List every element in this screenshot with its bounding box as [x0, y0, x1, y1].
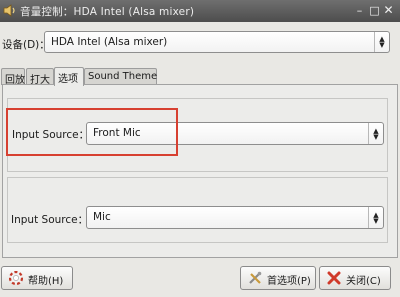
- tools-icon: [249, 271, 262, 284]
- speaker-icon: [3, 4, 15, 17]
- close-window-icon[interactable]: ✕: [382, 4, 395, 17]
- device-value: HDA Intel (Alsa mixer): [51, 36, 168, 48]
- title-bar: 音量控制：HDA Intel (Alsa mixer) – □ ✕: [0, 0, 400, 22]
- input-source-select[interactable]: Mic ▲ ▼: [86, 206, 384, 229]
- close-icon: [327, 271, 341, 285]
- maximize-icon[interactable]: □: [368, 4, 381, 17]
- close-button-label: 关闭(C): [346, 276, 381, 287]
- close-button[interactable]: 关闭(C): [319, 266, 391, 290]
- tab-sound-theme[interactable]: Sound Theme: [84, 68, 157, 85]
- device-select[interactable]: HDA Intel (Alsa mixer) ▲ ▼: [44, 31, 390, 53]
- combo-arrows-icon: ▲ ▼: [374, 32, 389, 52]
- device-label: 设备(D)：: [2, 39, 50, 51]
- help-icon: [9, 271, 23, 285]
- help-button[interactable]: 帮助(H): [1, 266, 73, 290]
- tab-options[interactable]: 选项: [54, 67, 84, 86]
- preferences-button[interactable]: 首选项(P): [240, 266, 316, 290]
- tab-capture[interactable]: 打大: [26, 68, 54, 86]
- combo-arrows-icon: ▲ ▼: [368, 123, 383, 144]
- minimize-icon[interactable]: –: [353, 4, 366, 17]
- tab-playback[interactable]: 回放: [1, 68, 25, 86]
- tab-bar: 回放 打大 选项 Sound Theme: [0, 67, 400, 86]
- preferences-button-label: 首选项(P): [267, 276, 311, 287]
- input-source-value: Mic: [93, 211, 111, 223]
- window-title: 音量控制：HDA Intel (Alsa mixer): [20, 6, 195, 18]
- input-source-label: Input Source：: [11, 214, 89, 226]
- highlight-annotation: [6, 108, 178, 156]
- combo-arrows-icon: ▲ ▼: [368, 207, 383, 228]
- help-button-label: 帮助(H): [28, 276, 64, 287]
